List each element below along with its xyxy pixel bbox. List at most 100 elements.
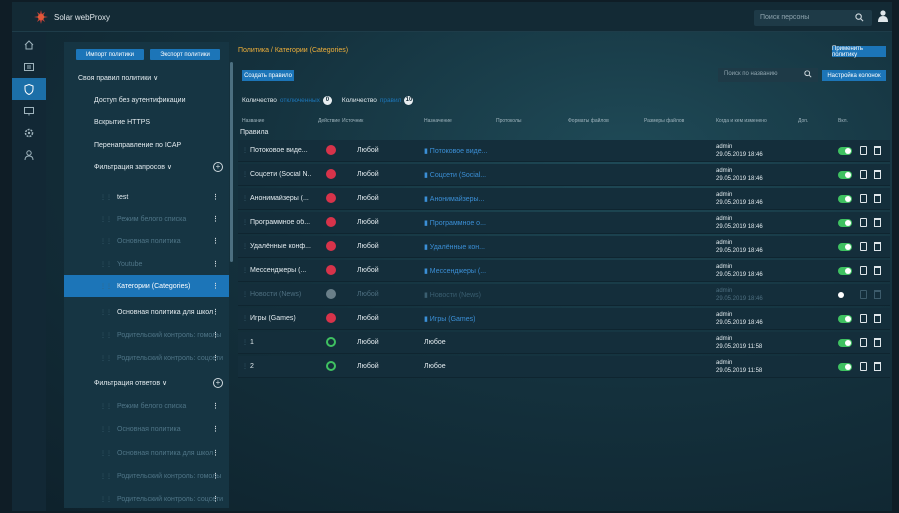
more-menu-icon[interactable]: ⋮ — [212, 215, 219, 223]
rail-users[interactable] — [12, 144, 46, 166]
enable-toggle[interactable] — [838, 363, 852, 371]
table-row[interactable]: ⋮ Игры (Games) Любой ▮ Игры (Games) admin 29.… — [238, 308, 890, 330]
drag-handle-icon[interactable]: ⋮⋮ — [100, 473, 112, 480]
more-menu-icon[interactable]: ⋮ — [212, 449, 219, 457]
trash-icon[interactable] — [874, 266, 881, 275]
trash-icon[interactable] — [874, 290, 881, 299]
sidebar-item[interactable]: ⋮⋮ Родительский контроль: соцсети ⋮ — [64, 347, 229, 369]
export-policy-button[interactable]: Экспорт политики — [150, 49, 220, 60]
trash-icon[interactable] — [874, 218, 881, 227]
rail-home[interactable] — [12, 34, 46, 56]
copy-icon[interactable] — [860, 194, 867, 203]
apply-policy-button[interactable]: Применить политику — [832, 46, 886, 58]
search-icon[interactable] — [855, 13, 864, 22]
more-menu-icon[interactable]: ⋮ — [212, 331, 219, 339]
col-header[interactable]: Источник — [342, 118, 363, 124]
drag-handle-icon[interactable]: ⋮⋮ — [100, 403, 112, 410]
col-header[interactable]: Вкл. — [838, 118, 848, 124]
col-header[interactable]: Когда и кем изменено — [716, 118, 767, 124]
enable-toggle[interactable] — [838, 171, 852, 179]
sidebar-item[interactable]: ⋮⋮ Основная политика для школ ⋮ — [64, 301, 229, 323]
more-menu-icon[interactable]: ⋮ — [212, 260, 219, 268]
rail-resources[interactable] — [12, 100, 46, 122]
trash-icon[interactable] — [874, 194, 881, 203]
enable-toggle[interactable] — [838, 339, 852, 347]
table-row[interactable]: ⋮ Мессенджеры (... Любой ▮ Мессенджеры (...… — [238, 260, 890, 282]
drag-handle-icon[interactable]: ⋮⋮ — [100, 283, 112, 290]
table-row[interactable]: ⋮ Анонимайзеры (... Любой ▮ Анонимайзеры...… — [238, 188, 890, 210]
trash-icon[interactable] — [874, 242, 881, 251]
drag-handle-icon[interactable]: ⋮⋮ — [100, 355, 112, 362]
copy-icon[interactable] — [860, 218, 867, 227]
sidebar-item[interactable]: ⋮⋮ Режим белого списка ⋮ — [64, 208, 229, 230]
trash-icon[interactable] — [874, 170, 881, 179]
col-header[interactable]: Название — [242, 118, 264, 124]
trash-icon[interactable] — [874, 314, 881, 323]
copy-icon[interactable] — [860, 314, 867, 323]
sidebar-item[interactable]: ⋮⋮ Youtube ⋮ — [64, 253, 229, 275]
more-menu-icon[interactable]: ⋮ — [212, 308, 219, 316]
drag-handle-icon[interactable]: ⋮⋮ — [100, 216, 112, 223]
more-menu-icon[interactable]: ⋮ — [212, 193, 219, 201]
drag-handle-icon[interactable]: ⋮⋮ — [100, 309, 112, 316]
create-rule-button[interactable]: Создать правило — [242, 70, 294, 81]
sidebar-item[interactable]: ⋮⋮ Родительский контроль: гомолы ⋮ — [64, 324, 229, 346]
sidebar-item[interactable]: ⋮⋮ Родительский контроль: соцсети ⋮ — [64, 488, 229, 510]
copy-icon[interactable] — [860, 242, 867, 251]
drag-handle-icon[interactable]: ⋮ — [242, 219, 248, 226]
add-circle-icon[interactable]: + — [213, 378, 223, 388]
copy-icon[interactable] — [860, 170, 867, 179]
enable-toggle[interactable] — [838, 195, 852, 203]
drag-handle-icon[interactable]: ⋮ — [242, 291, 248, 298]
sidebar-item[interactable]: ⋮⋮ Основная политика ⋮ — [64, 418, 229, 440]
table-row[interactable]: ⋮ Программное об... Любой ▮ Программное о..… — [238, 212, 890, 234]
user-icon[interactable] — [878, 10, 889, 22]
rail-settings[interactable] — [12, 122, 46, 144]
drag-handle-icon[interactable]: ⋮⋮ — [100, 450, 112, 457]
enable-toggle[interactable] — [838, 219, 852, 227]
search-icon[interactable] — [804, 70, 812, 78]
column-settings-button[interactable]: Настройка колонок — [822, 70, 886, 81]
col-header[interactable]: Форматы файлов — [568, 118, 609, 124]
copy-icon[interactable] — [860, 290, 867, 299]
sidebar-item[interactable]: Фильтрация ответов ∨ + — [64, 372, 229, 394]
drag-handle-icon[interactable]: ⋮⋮ — [100, 238, 112, 245]
drag-handle-icon[interactable]: ⋮⋮ — [100, 261, 112, 268]
sidebar-item[interactable]: ⋮⋮ test ⋮ — [64, 186, 229, 208]
copy-icon[interactable] — [860, 266, 867, 275]
sidebar-item[interactable]: ⋮⋮ Основная политика для школ ⋮ — [64, 442, 229, 464]
col-header[interactable]: Доп. — [798, 118, 808, 124]
drag-handle-icon[interactable]: ⋮ — [242, 363, 248, 370]
sidebar-item[interactable]: Доступ без аутентификации — [64, 89, 229, 111]
enable-toggle[interactable] — [838, 315, 852, 323]
rule-search-input[interactable]: Поиск по названию — [718, 68, 818, 82]
more-menu-icon[interactable]: ⋮ — [212, 354, 219, 362]
table-row[interactable]: ⋮ Новости (News) Любой ▮ Новости (News) admi… — [238, 284, 890, 306]
more-menu-icon[interactable]: ⋮ — [212, 425, 219, 433]
drag-handle-icon[interactable]: ⋮⋮ — [100, 194, 112, 201]
more-menu-icon[interactable]: ⋮ — [212, 282, 219, 290]
sidebar-item[interactable]: ⋮⋮ Режим белого списка ⋮ — [64, 395, 229, 417]
sidebar-item[interactable]: Фильтрация запросов ∨ + — [64, 156, 229, 178]
more-menu-icon[interactable]: ⋮ — [212, 495, 219, 503]
drag-handle-icon[interactable]: ⋮ — [242, 243, 248, 250]
more-menu-icon[interactable]: ⋮ — [212, 472, 219, 480]
copy-icon[interactable] — [860, 146, 867, 155]
sidebar-item[interactable]: ⋮⋮ Категории (Categories) ⋮ — [64, 275, 229, 297]
drag-handle-icon[interactable]: ⋮ — [242, 339, 248, 346]
col-header[interactable]: Действие — [318, 118, 340, 124]
enable-toggle[interactable] — [838, 291, 852, 299]
more-menu-icon[interactable]: ⋮ — [212, 237, 219, 245]
import-policy-button[interactable]: Импорт политики — [76, 49, 144, 60]
table-row[interactable]: ⋮ 2 Любой Любое admin 29.05.2019 11:58 — [238, 356, 890, 378]
more-menu-icon[interactable]: ⋮ — [212, 402, 219, 410]
table-row[interactable]: ⋮ Соцсети (Social N... Любой ▮ Соцсети (Soc… — [238, 164, 890, 186]
drag-handle-icon[interactable]: ⋮⋮ — [100, 332, 112, 339]
drag-handle-icon[interactable]: ⋮ — [242, 315, 248, 322]
rail-monitor[interactable] — [12, 56, 46, 78]
sidebar-item[interactable]: Своя правил политики ∨ — [64, 67, 229, 89]
drag-handle-icon[interactable]: ⋮ — [242, 171, 248, 178]
sidebar-item[interactable]: ⋮⋮ Основная политика ⋮ — [64, 230, 229, 252]
trash-icon[interactable] — [874, 146, 881, 155]
col-header[interactable]: Назначение — [424, 118, 452, 124]
